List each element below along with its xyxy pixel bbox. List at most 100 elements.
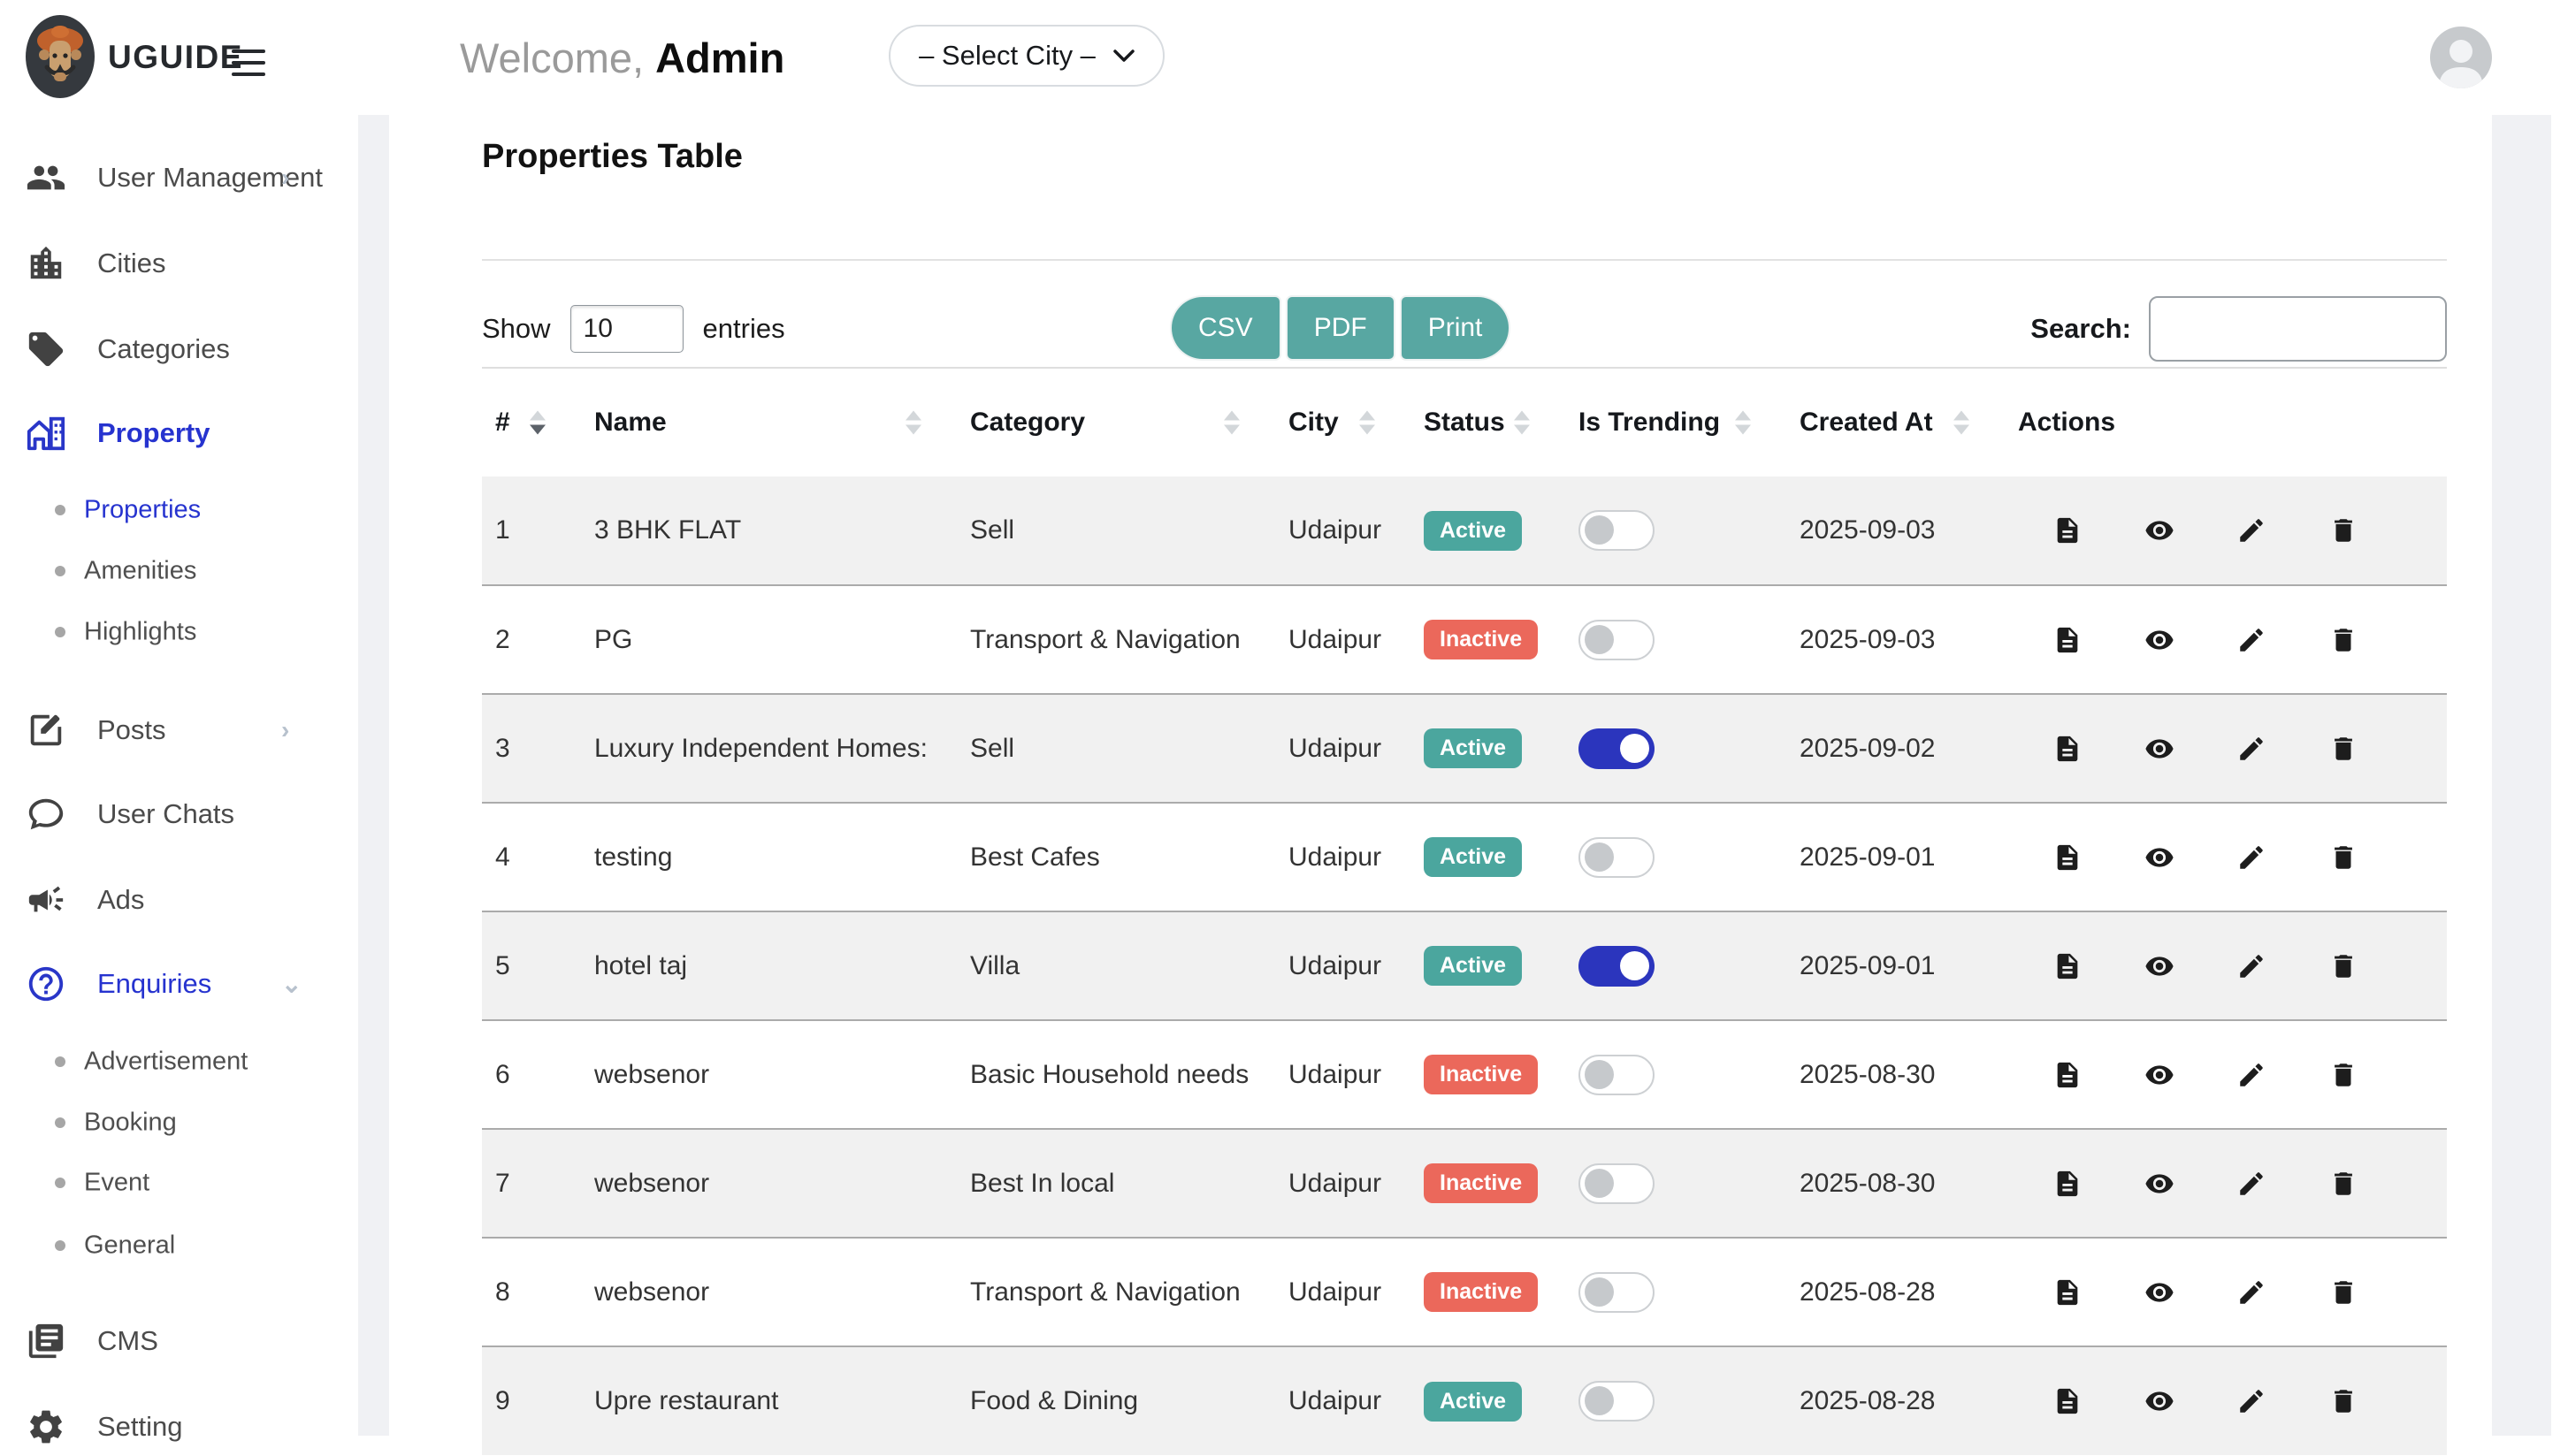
cell-trending xyxy=(1565,911,1786,1020)
column-header--[interactable]: # xyxy=(482,368,581,476)
view-icon[interactable] xyxy=(2144,1277,2175,1308)
top-bar: UGUIDE Welcome, Admin – Select City – xyxy=(0,0,2568,115)
edit-icon[interactable] xyxy=(2236,624,2267,656)
cell-category: Villa xyxy=(957,911,1275,1020)
cell-trending xyxy=(1565,585,1786,694)
cell-category: Best Cafes xyxy=(957,803,1275,911)
cell-category: Best In local xyxy=(957,1129,1275,1238)
delete-icon[interactable] xyxy=(2327,842,2359,873)
sidebar-item-cms[interactable]: CMS xyxy=(0,1312,358,1370)
edit-icon[interactable] xyxy=(2236,515,2267,546)
document-icon[interactable] xyxy=(2052,1385,2083,1417)
cell-name: websenor xyxy=(581,1238,957,1346)
column-header-created-at[interactable]: Created At xyxy=(1786,368,2005,476)
view-icon[interactable] xyxy=(2144,733,2175,765)
document-icon[interactable] xyxy=(2052,1168,2083,1200)
view-icon[interactable] xyxy=(2144,842,2175,873)
hamburger-menu-icon[interactable] xyxy=(232,50,265,84)
entries-count-input[interactable] xyxy=(570,305,684,353)
sidebar-item-properties[interactable]: Properties xyxy=(0,481,358,539)
camel-logo-icon xyxy=(25,14,96,99)
delete-icon[interactable] xyxy=(2327,1385,2359,1417)
view-icon[interactable] xyxy=(2144,1385,2175,1417)
cell-category: Sell xyxy=(957,476,1275,585)
trending-toggle[interactable] xyxy=(1578,1163,1655,1204)
document-icon[interactable] xyxy=(2052,733,2083,765)
cell-num: 2 xyxy=(482,585,581,694)
view-icon[interactable] xyxy=(2144,1059,2175,1091)
delete-icon[interactable] xyxy=(2327,624,2359,656)
print-export-button[interactable]: Print xyxy=(1402,297,1509,359)
csv-export-button[interactable]: CSV xyxy=(1172,297,1280,359)
sidebar-scrollbar-track[interactable] xyxy=(358,115,389,1436)
view-icon[interactable] xyxy=(2144,1168,2175,1200)
brand-name: UGUIDE xyxy=(108,0,243,115)
edit-icon[interactable] xyxy=(2236,1385,2267,1417)
edit-icon[interactable] xyxy=(2236,1059,2267,1091)
trending-toggle[interactable] xyxy=(1578,510,1655,551)
sidebar-item-ads[interactable]: Ads xyxy=(0,871,358,929)
document-icon[interactable] xyxy=(2052,842,2083,873)
edit-icon[interactable] xyxy=(2236,733,2267,765)
trending-toggle[interactable] xyxy=(1578,1272,1655,1313)
trending-toggle[interactable] xyxy=(1578,1381,1655,1422)
view-icon[interactable] xyxy=(2144,624,2175,656)
trending-toggle[interactable] xyxy=(1578,1055,1655,1095)
edit-icon[interactable] xyxy=(2236,950,2267,982)
search-input[interactable] xyxy=(2149,296,2447,362)
cell-category: Food & Dining xyxy=(957,1346,1275,1455)
sidebar-item-enquiries[interactable]: Enquiries⌄ xyxy=(0,955,358,1013)
edit-icon[interactable] xyxy=(2236,1277,2267,1308)
sidebar-item-highlights[interactable]: Highlights xyxy=(0,603,358,661)
document-icon[interactable] xyxy=(2052,515,2083,546)
delete-icon[interactable] xyxy=(2327,1059,2359,1091)
delete-icon[interactable] xyxy=(2327,950,2359,982)
pdf-export-button[interactable]: PDF xyxy=(1288,297,1394,359)
sidebar-item-setting[interactable]: Setting xyxy=(0,1398,358,1456)
sidebar-item-user-chats[interactable]: User Chats xyxy=(0,785,358,843)
cell-actions xyxy=(2005,1346,2447,1455)
city-select-dropdown[interactable]: – Select City – xyxy=(889,25,1165,87)
delete-icon[interactable] xyxy=(2327,515,2359,546)
trending-toggle[interactable] xyxy=(1578,946,1655,987)
user-avatar[interactable] xyxy=(2430,27,2492,88)
delete-icon[interactable] xyxy=(2327,733,2359,765)
view-icon[interactable] xyxy=(2144,515,2175,546)
page-scrollbar-track[interactable] xyxy=(2492,115,2551,1436)
column-header-city[interactable]: City xyxy=(1275,368,1410,476)
document-icon[interactable] xyxy=(2052,950,2083,982)
trending-toggle[interactable] xyxy=(1578,728,1655,769)
sidebar-item-general[interactable]: General xyxy=(0,1216,358,1275)
cell-num: 4 xyxy=(482,803,581,911)
trending-toggle[interactable] xyxy=(1578,620,1655,660)
cell-created: 2025-08-30 xyxy=(1786,1020,2005,1129)
chevron-down-icon xyxy=(1113,50,1135,63)
delete-icon[interactable] xyxy=(2327,1277,2359,1308)
trending-toggle[interactable] xyxy=(1578,837,1655,878)
sidebar-item-categories[interactable]: Categories xyxy=(0,320,358,378)
column-header-status[interactable]: Status xyxy=(1410,368,1565,476)
edit-icon[interactable] xyxy=(2236,1168,2267,1200)
document-icon[interactable] xyxy=(2052,624,2083,656)
document-icon[interactable] xyxy=(2052,1059,2083,1091)
column-header-is-trending[interactable]: Is Trending xyxy=(1565,368,1786,476)
sidebar-item-amenities[interactable]: Amenities xyxy=(0,542,358,600)
document-icon[interactable] xyxy=(2052,1277,2083,1308)
status-badge: Active xyxy=(1424,837,1522,877)
sidebar-item-booking[interactable]: Booking xyxy=(0,1094,358,1152)
column-header-name[interactable]: Name xyxy=(581,368,957,476)
sidebar-item-advertisement[interactable]: Advertisement xyxy=(0,1033,358,1091)
view-icon[interactable] xyxy=(2144,950,2175,982)
bullet-icon xyxy=(55,566,65,576)
column-header-category[interactable]: Category xyxy=(957,368,1275,476)
sidebar-item-event[interactable]: Event xyxy=(0,1154,358,1212)
bullet-icon xyxy=(55,627,65,637)
sidebar-item-posts[interactable]: Posts› xyxy=(0,701,358,759)
delete-icon[interactable] xyxy=(2327,1168,2359,1200)
edit-icon[interactable] xyxy=(2236,842,2267,873)
sidebar-item-user-management[interactable]: User Management› xyxy=(0,149,358,207)
sidebar-item-cities[interactable]: Cities xyxy=(0,234,358,293)
sidebar-item-property[interactable]: Property xyxy=(0,404,358,462)
cell-num: 7 xyxy=(482,1129,581,1238)
chevron-right-icon: › xyxy=(281,164,289,192)
